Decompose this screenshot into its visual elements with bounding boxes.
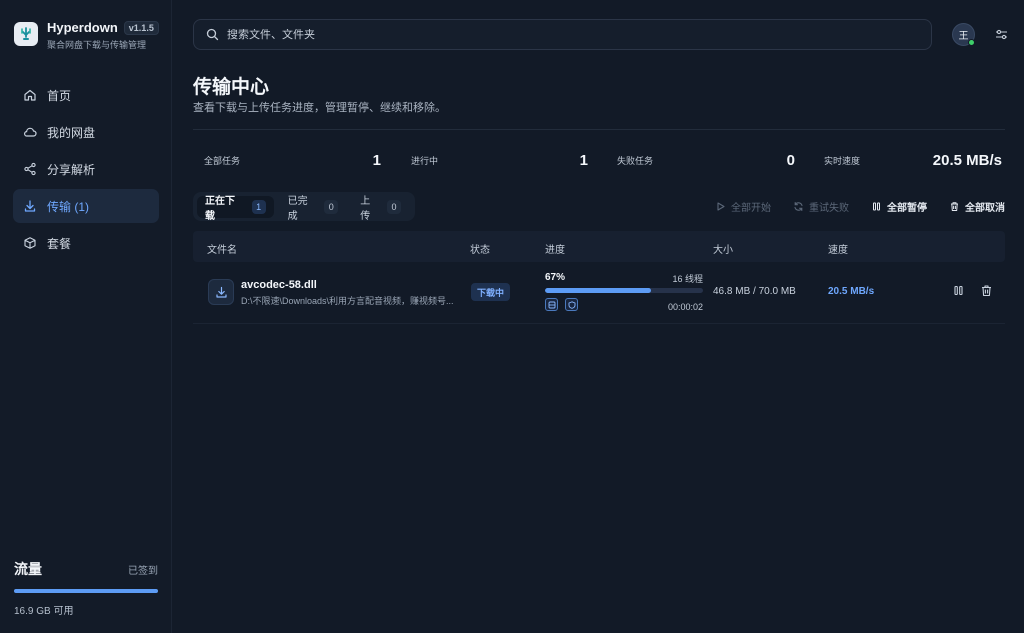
settings-sliders-icon[interactable] [995,28,1008,41]
pause-task-button[interactable] [952,284,965,297]
tab-count: 0 [324,199,339,214]
refresh-icon [794,201,803,212]
traffic-bar [14,589,158,593]
sidebar-item-label: 首页 [47,88,72,103]
tab-label: 已完成 [287,195,308,222]
stats-row: 全部任务 1 进行中 1 失败任务 0 实时速度 20.5 MB/s [193,145,1005,175]
online-status-dot [968,39,975,46]
sidebar-item-transfer[interactable]: 传输 (1) [13,189,159,223]
start-all-button[interactable]: 全部开始 [715,199,771,214]
elapsed-time: 00:00:02 [667,302,703,312]
progress-percent: 67% [545,272,566,283]
shield-icon[interactable] [565,298,578,311]
app-name: Hyperdown [47,20,118,35]
cloud-icon [24,127,37,137]
thread-count: 16 线程 [672,274,703,284]
trash-icon [982,285,991,297]
transfer-table: 文件名 状态 进度 大小 速度 avcodec-58.dll D:\不限速\Do… [193,231,1005,324]
pause-icon [873,202,880,211]
sidebar-item-label: 我的网盘 [47,125,96,140]
segments-icon[interactable] [545,298,558,311]
column-header-progress: 进度 [545,245,565,256]
progress-bar-fill [545,288,651,293]
divider [193,129,1005,130]
sidebar-item-label: 传输 (1) [47,199,90,214]
tab-upload[interactable]: 上传 0 [352,196,409,222]
traffic-available: 16.9 GB 可用 [14,606,74,617]
search-icon [206,28,219,41]
pause-all-label: 全部暂停 [887,203,927,214]
play-icon [717,202,725,211]
stat-failed-tasks: 失败任务 0 [606,145,795,175]
sidebar-item-label: 分享解析 [47,162,96,177]
download-icon [24,200,36,212]
stat-value: 20.5 MB/s [932,151,1002,169]
search-input[interactable] [227,28,877,41]
traffic-panel: 流量 已签到 16.9 GB 可用 [14,559,158,617]
stat-total-tasks: 全部任务 1 [193,145,381,175]
tab-label: 正在下载 [205,195,235,222]
transfer-tabs: 正在下载 1 已完成 0 上传 0 [193,192,415,222]
stat-value: 0 [786,151,795,169]
traffic-title: 流量 [14,561,42,577]
stat-value: 1 [579,151,588,169]
home-icon [24,89,36,101]
avatar[interactable]: 王 [952,23,975,46]
retry-failed-button[interactable]: 重试失败 [793,199,849,214]
column-header-name: 文件名 [207,245,237,256]
version-badge: v1.1.5 [123,20,159,35]
tab-count: 1 [251,199,266,214]
sidebar-nav: 首页 我的网盘 分享解析 传输 (1) 套餐 [13,78,159,263]
tab-completed[interactable]: 已完成 0 [280,196,347,222]
sidebar-item-label: 套餐 [47,236,72,251]
stat-label: 全部任务 [204,155,241,166]
trash-icon [951,202,958,211]
app-logo-icon [14,22,38,46]
start-all-label: 全部开始 [731,203,771,214]
stat-label: 实时速度 [824,155,861,166]
stat-value: 1 [372,151,381,169]
pause-all-button[interactable]: 全部暂停 [871,199,927,214]
brand: Hyperdown v1.1.5 聚合网盘下载与传输管理 [14,20,159,51]
cancel-all-label: 全部取消 [965,203,1005,214]
page-subtitle: 查看下载与上传任务进度，管理暂停、继续和移除。 [193,102,446,114]
sidebar-item-my-drive[interactable]: 我的网盘 [13,115,159,149]
pause-icon [954,285,963,296]
delete-task-button[interactable] [980,284,993,297]
table-row: avcodec-58.dll D:\不限速\Downloads\利用方言配音视频… [193,262,1005,324]
file-name: avcodec-58.dll [241,279,317,291]
file-path: D:\不限速\Downloads\利用方言配音视频，赚视频号... [241,296,454,306]
column-header-size: 大小 [713,245,733,256]
stat-label: 进行中 [411,155,439,166]
stat-label: 失败任务 [617,155,654,166]
sidebar-item-home[interactable]: 首页 [13,78,159,112]
package-icon [24,237,36,249]
checkin-status: 已签到 [128,566,158,577]
sidebar: Hyperdown v1.1.5 聚合网盘下载与传输管理 首页 我的网盘 分享解… [0,0,172,633]
app-subtitle: 聚合网盘下载与传输管理 [47,40,147,50]
tab-label: 上传 [360,195,371,222]
file-download-icon [208,279,234,305]
column-header-speed: 速度 [828,245,848,256]
tab-downloading[interactable]: 正在下载 1 [197,195,274,222]
bulk-actions: 全部开始 重试失败 全部暂停 全部取消 [693,199,1005,214]
file-size: 46.8 MB / 70.0 MB [713,286,796,297]
avatar-text: 王 [958,31,969,42]
search-bar[interactable] [193,19,932,50]
status-badge: 下载中 [471,283,511,301]
download-speed: 20.5 MB/s [828,286,875,297]
progress-bar [545,288,703,293]
cancel-all-button[interactable]: 全部取消 [949,199,1005,214]
page-title: 传输中心 [193,77,270,98]
retry-failed-label: 重试失败 [809,203,849,214]
share-icon [24,162,36,176]
sidebar-item-package[interactable]: 套餐 [13,226,159,260]
sidebar-item-share-parse[interactable]: 分享解析 [13,152,159,186]
stat-realtime-speed: 实时速度 20.5 MB/s [813,145,1002,175]
stat-in-progress: 进行中 1 [400,145,588,175]
table-header: 文件名 状态 进度 大小 速度 [193,231,1005,262]
traffic-bar-fill [14,589,158,593]
column-header-status: 状态 [470,245,490,256]
tab-count: 0 [387,199,401,214]
